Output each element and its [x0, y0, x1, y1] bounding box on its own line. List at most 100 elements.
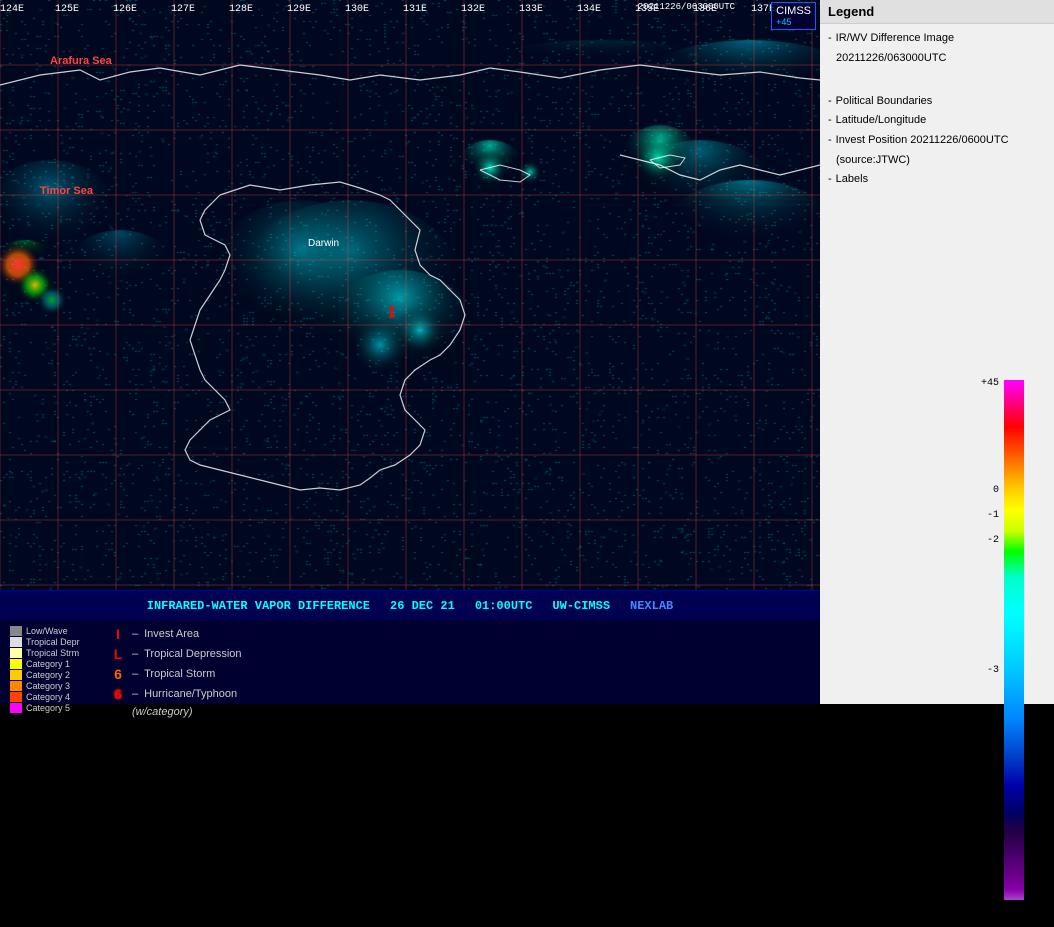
cat-label-5: Category 5 [26, 703, 70, 713]
cat-5: Category 5 [10, 703, 90, 713]
sym-hurricane: 6 – Hurricane/Typhoon [110, 686, 810, 702]
lon-129: 129E [287, 4, 311, 15]
legend-text-3: Political Boundaries [836, 93, 933, 111]
lon-131: 131E [403, 4, 427, 15]
legend-timestamp: 20211226/063000UTC [836, 50, 947, 68]
scale-label-4: -4 [987, 790, 999, 801]
cat-3: Category 3 [10, 681, 90, 691]
legend-dash-4: - [828, 112, 832, 130]
sym-td: L – Tropical Depression [110, 646, 810, 662]
ts-label: Tropical Storm [144, 668, 215, 680]
legend-dash-7: - [828, 171, 832, 189]
cimss-scale: +45 [776, 17, 811, 27]
cat-label-td: Tropical Depr [26, 637, 80, 647]
sym-invest: I – Invest Area [110, 626, 810, 642]
cat-2: Category 2 [10, 670, 90, 680]
cat-swatch-1 [10, 659, 22, 669]
date-label: 26 DEC 21 [390, 599, 455, 613]
sym-note-text: (w/category) [132, 706, 193, 718]
legend-content: - IR/WV Difference Image 20211226/063000… [820, 24, 1054, 370]
cat-swatch-td [10, 637, 22, 647]
scale-bar [1004, 380, 1024, 900]
map-section: 124E 125E 126E 127E 128E 129E 130E 131E … [0, 0, 820, 704]
legend-item-5: - Invest Position 20211226/0600UTC [828, 132, 1046, 150]
invest-marker: I [388, 302, 395, 323]
scale-label-3: -3 [987, 665, 999, 676]
lon-132: 132E [461, 4, 485, 15]
cat-swatch-2 [10, 670, 22, 680]
dash-hurricane: – [132, 688, 138, 700]
bottom-legend: Low/Wave Tropical Depr Tropical Strm Cat… [0, 620, 820, 704]
scale-label-0: 0 [993, 485, 999, 496]
legend-item-2: 20211226/063000UTC [828, 50, 1046, 68]
category-colors: Low/Wave Tropical Depr Tropical Strm Cat… [10, 626, 90, 698]
lon-124: 124E [0, 4, 24, 15]
legend-item-6: (source:JTWC) [828, 152, 1046, 170]
legend-text-4: Latitude/Longitude [836, 112, 927, 130]
cat-label-low: Low/Wave [26, 626, 68, 636]
dash-td: – [132, 648, 138, 660]
sym-note: (w/category) [110, 706, 810, 718]
satellite-canvas [0, 0, 820, 590]
cat-label-1: Category 1 [26, 659, 70, 669]
legend-dash-5: - [828, 132, 832, 150]
cat-tropical-strm: Tropical Strm [10, 648, 90, 658]
cimss-logo: CIMSS +45 [771, 2, 816, 30]
lon-128: 128E [229, 4, 253, 15]
invest-symbol: I [110, 626, 126, 642]
cat-swatch-3 [10, 681, 22, 691]
scale-label-2: -2 [987, 535, 999, 546]
dash-ts: – [132, 668, 138, 680]
invest-label: Invest Area [144, 628, 199, 640]
lon-126: 126E [113, 4, 137, 15]
timor-sea-label: Timor Sea [40, 185, 93, 197]
lon-125: 125E [55, 4, 79, 15]
sym-ts: 6 – Tropical Storm [110, 666, 810, 682]
cat-4: Category 4 [10, 692, 90, 702]
legend-item-7: - Labels [828, 171, 1046, 189]
scale-unit: IR-WV(deg C) [996, 905, 1034, 927]
legend-text-5: Invest Position 20211226/0600UTC [836, 132, 1009, 150]
lon-133: 133E [519, 4, 543, 15]
lon-134: 134E [577, 4, 601, 15]
ts-symbol: 6 [110, 666, 126, 682]
hurricane-symbol: 6 [110, 686, 126, 702]
legend-dash-1: - [828, 30, 832, 48]
hurricane-label: Hurricane/Typhoon [144, 688, 237, 700]
cimss-text: CIMSS [776, 5, 811, 17]
source-label: UW-CIMSS [552, 599, 610, 613]
symbol-legend: I – Invest Area L – Tropical Depression … [110, 626, 810, 698]
legend-text-1: IR/WV Difference Image [836, 30, 954, 48]
time-label: 01:00UTC [475, 599, 533, 613]
legend-item-3: - Political Boundaries [828, 93, 1046, 111]
lon-130: 130E [345, 4, 369, 15]
td-symbol: L [110, 646, 126, 662]
cat-swatch-ts [10, 648, 22, 658]
legend-spacer-1 [828, 71, 1046, 89]
cat-label-2: Category 2 [26, 670, 70, 680]
cat-low-wave: Low/Wave [10, 626, 90, 636]
td-label: Tropical Depression [144, 648, 241, 660]
image-timestamp: 20211226/063000UTC [638, 2, 735, 12]
legend-section: Legend - IR/WV Difference Image 20211226… [820, 0, 1054, 704]
product-label: INFRARED-WATER VAPOR DIFFERENCE [147, 599, 370, 613]
scale-label-4-5: -4.5 [975, 850, 999, 861]
nexlab-link[interactable]: NEXLAB [630, 599, 673, 613]
cat-swatch-low [10, 626, 22, 636]
cat-label-4: Category 4 [26, 692, 70, 702]
main-container: 124E 125E 126E 127E 128E 129E 130E 131E … [0, 0, 1054, 704]
dash-invest: – [132, 628, 138, 640]
cat-swatch-5 [10, 703, 22, 713]
darwin-label: Darwin [308, 238, 339, 249]
cat-1: Category 1 [10, 659, 90, 669]
legend-item-4: - Latitude/Longitude [828, 112, 1046, 130]
legend-dash-3: - [828, 93, 832, 111]
cat-label-ts: Tropical Strm [26, 648, 79, 658]
legend-item-1: - IR/WV Difference Image [828, 30, 1046, 48]
legend-title: Legend [820, 0, 1054, 24]
scale-label-1: -1 [987, 510, 999, 521]
legend-source: (source:JTWC) [836, 152, 910, 170]
lon-127: 127E [171, 4, 195, 15]
cat-tropical-depr: Tropical Depr [10, 637, 90, 647]
cat-swatch-4 [10, 692, 22, 702]
